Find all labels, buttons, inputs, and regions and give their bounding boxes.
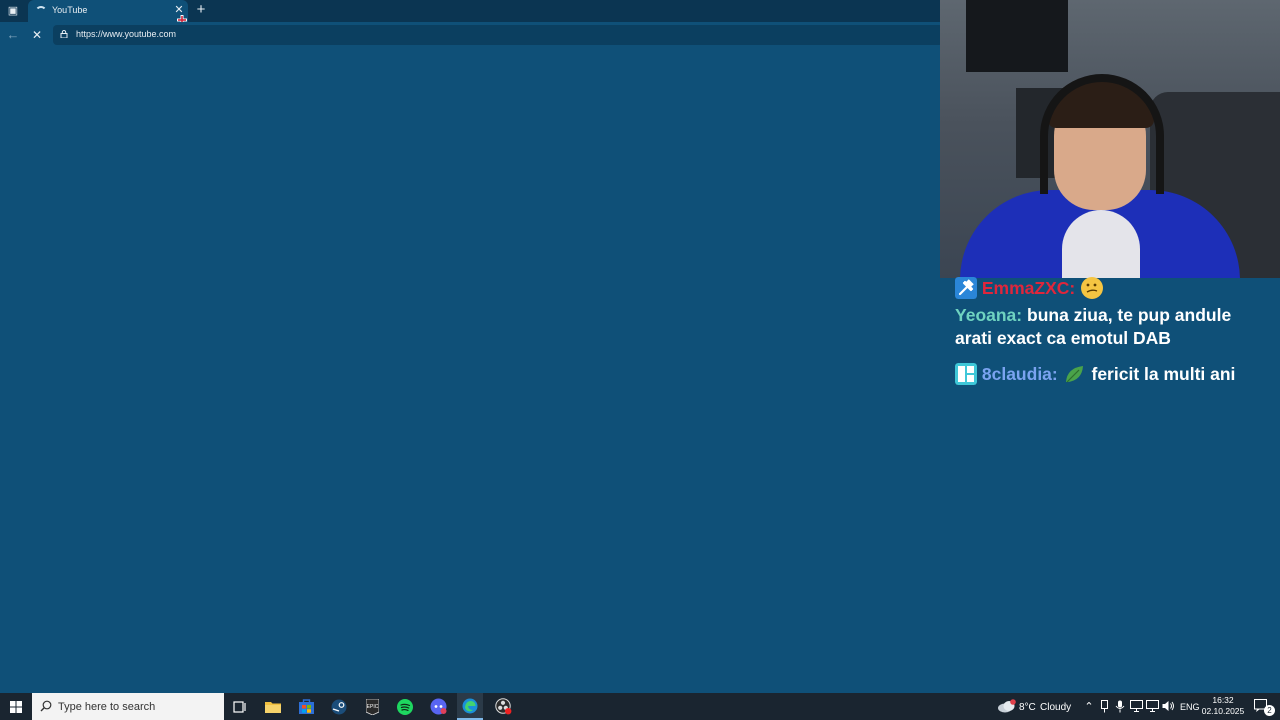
- address-bar[interactable]: https://www.youtube.com: [53, 25, 943, 45]
- windows-logo-icon: [10, 700, 22, 713]
- chat-text: fericit la multi ani: [1091, 364, 1236, 384]
- navigation-bar: ← ✕ https://www.youtube.com: [0, 22, 943, 48]
- thinking-face-emote: [1081, 277, 1104, 299]
- task-view-icon: [233, 700, 246, 713]
- loading-spinner-icon: [35, 6, 47, 18]
- chat-text: arati exact ca emotul DAB: [955, 328, 1171, 348]
- chat-message: 8claudia: fericit la multi ani: [955, 362, 1235, 386]
- epic-games-icon: EPIC: [365, 698, 379, 715]
- new-tab-button[interactable]: +: [194, 2, 208, 18]
- language-indicator[interactable]: ENG: [1180, 702, 1200, 712]
- lock-icon: [60, 30, 68, 38]
- tab-title: YouTube: [52, 5, 88, 15]
- chat-message: EmmaZXC:: [955, 276, 1104, 300]
- display-icon[interactable]: [1130, 700, 1143, 712]
- tab-actions-menu-icon[interactable]: ▣: [4, 3, 22, 19]
- store-button[interactable]: [294, 693, 318, 720]
- weather-temperature[interactable]: 8°C: [1019, 702, 1036, 713]
- obs-button[interactable]: [491, 693, 515, 720]
- tab-strip: ▣ YouTube ✕ +: [0, 0, 940, 25]
- tab-youtube[interactable]: YouTube ✕: [28, 0, 188, 22]
- moderator-badge-icon: [955, 277, 977, 299]
- stop-loading-button[interactable]: ✕: [28, 26, 46, 44]
- usb-device-icon[interactable]: [1099, 700, 1110, 713]
- network-icon[interactable]: [1146, 700, 1159, 712]
- weather-condition[interactable]: Cloudy: [1040, 702, 1071, 713]
- cloudy-weather-icon[interactable]: [997, 699, 1017, 713]
- show-hidden-icons-icon[interactable]: ⌃: [1082, 693, 1096, 720]
- chat-username: 8claudia:: [981, 364, 1058, 384]
- chat-text: buna ziua, te pup andule: [1027, 305, 1232, 325]
- leaf-emote: [1065, 366, 1083, 383]
- taskbar-search-box[interactable]: Type here to search: [32, 693, 224, 720]
- chat-message-continuation: arati exact ca emotul DAB: [955, 328, 1171, 349]
- svg-text:EPIC: EPIC: [366, 704, 378, 710]
- store-icon: [298, 699, 314, 714]
- steam-icon: [331, 699, 347, 714]
- notifications-button[interactable]: 2: [1250, 693, 1275, 720]
- subscriber-badge-icon: [955, 363, 977, 385]
- clock-date: 02.10.2025: [1201, 706, 1245, 716]
- notification-count-badge: 2: [1264, 705, 1275, 716]
- clock[interactable]: 16:32 02.10.2025: [1200, 695, 1246, 717]
- search-placeholder: Type here to search: [58, 701, 156, 713]
- webcam-headset: [1040, 74, 1164, 194]
- start-button[interactable]: [0, 693, 32, 720]
- discord-button[interactable]: [426, 693, 450, 720]
- url-text[interactable]: https://www.youtube.com: [76, 29, 176, 39]
- chat-username: EmmaZXC:: [981, 278, 1076, 298]
- clock-time: 16:32: [1212, 695, 1234, 705]
- search-icon: [40, 700, 52, 712]
- chat-username: Yeoana:: [955, 305, 1023, 325]
- taskbar: Type here to search EPIC 8°C Cloudy ⌃ EN…: [0, 693, 1280, 720]
- spotify-icon: [397, 698, 413, 715]
- webcam-overlay: [940, 0, 1280, 278]
- edge-button[interactable]: [457, 693, 483, 720]
- file-explorer-button[interactable]: [261, 693, 285, 720]
- steam-button[interactable]: [327, 693, 351, 720]
- folder-icon: [265, 702, 281, 713]
- edge-icon: [462, 698, 478, 713]
- back-button[interactable]: ←: [4, 26, 22, 44]
- spotify-button[interactable]: [393, 693, 417, 720]
- discord-icon: [430, 698, 446, 715]
- obs-icon: [494, 698, 511, 715]
- epic-games-button[interactable]: EPIC: [360, 693, 384, 720]
- volume-icon[interactable]: [1162, 700, 1175, 712]
- webcam-background-tv: [966, 0, 1068, 72]
- webcam-person-shirt: [1062, 210, 1140, 278]
- task-view-button[interactable]: [228, 693, 252, 720]
- chat-message: Yeoana: buna ziua, te pup andule: [955, 305, 1231, 326]
- microphone-icon[interactable]: [1115, 700, 1125, 713]
